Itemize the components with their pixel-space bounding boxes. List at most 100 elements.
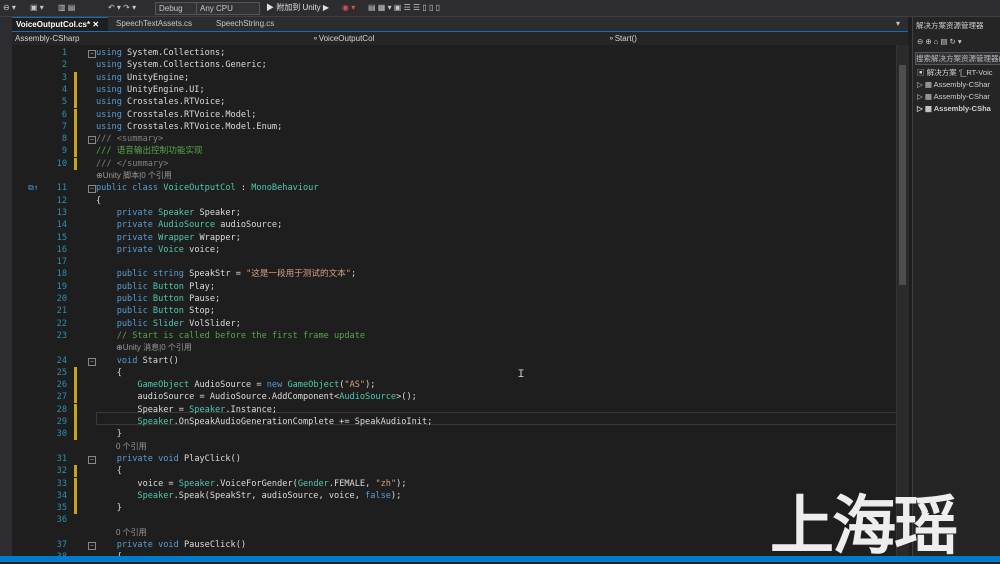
project-dropdown[interactable]: Assembly-CSharp xyxy=(15,33,305,45)
code-line[interactable]: 17 xyxy=(12,256,896,268)
code-line[interactable]: 36 xyxy=(12,514,896,526)
code-line[interactable]: 35 } xyxy=(12,502,896,515)
code-line[interactable]: 8 −/// <summary> xyxy=(12,133,896,146)
code-editor[interactable]: 1− using System.Collections; 2 using System… xyxy=(12,45,896,562)
code-line[interactable]: 21 public Button Stop; xyxy=(12,305,896,317)
class-dropdown[interactable]: ⚬VoiceOutputCol xyxy=(312,33,602,45)
code-text: Speaker.OnSpeakAudioGenerationComplete +… xyxy=(96,417,433,427)
codelens-references[interactable]: ⊕Unity 脚本|0 个引用 xyxy=(96,170,172,181)
solution-search-input[interactable]: 搜索解决方案资源管理器(C xyxy=(915,52,1000,65)
watermark-logo: 上海瑶 xyxy=(770,490,958,564)
code-line[interactable]: 14 private AudioSource audioSource; xyxy=(12,219,896,231)
code-line[interactable]: 3 using UnityEngine; xyxy=(12,71,896,84)
code-line[interactable]: 24 − void Start() xyxy=(12,355,896,367)
code-line[interactable]: 7 using Crosstales.RTVoice.Model.Enum; xyxy=(12,120,896,133)
platform-select[interactable]: Any CPU xyxy=(196,2,260,15)
codelens-references[interactable]: 0 个引用 xyxy=(116,441,147,452)
tab-list-chevron-icon[interactable]: ▾ xyxy=(892,17,910,31)
project-node[interactable]: ▷ ▦ Assembly-CShar xyxy=(917,79,990,90)
close-icon[interactable]: ✕ xyxy=(92,20,99,29)
config-select[interactable]: Debug xyxy=(155,2,199,15)
solution-node[interactable]: ▣ 解决方案 '[_RT-Voic xyxy=(917,67,993,78)
tab-speechstring[interactable]: SpeechString.cs xyxy=(212,17,298,31)
implements-icon[interactable]: ⧉↑ xyxy=(28,182,39,194)
line-number: 35 xyxy=(56,503,67,514)
code-line[interactable]: 5 using Crosstales.RTVoice; xyxy=(12,96,896,109)
fold-toggle-icon[interactable]: − xyxy=(88,455,96,464)
project-node[interactable]: ▷ ▦ Assembly-CShar xyxy=(917,91,990,102)
code-text: } xyxy=(96,429,122,440)
line-number: 36 xyxy=(56,515,67,526)
line-number: 2 xyxy=(61,60,67,71)
code-line[interactable]: 1 − using System.Collections; xyxy=(12,47,896,59)
code-line[interactable]: 11 − ⧉↑ public class VoiceOutputCol : MonoB… xyxy=(12,182,896,194)
code-line[interactable]: 12 { xyxy=(12,195,896,207)
record-icon[interactable]: ◉ ▾ xyxy=(342,2,355,13)
codelens-references[interactable]: 0 个引用 xyxy=(116,527,147,538)
back-icon[interactable]: ⊖ ▾ xyxy=(3,2,16,13)
code-line[interactable]: 28 Speaker = Speaker.Instance; xyxy=(12,403,896,416)
change-marker xyxy=(74,391,77,404)
line-number: 37 xyxy=(56,540,67,550)
code-text: using Crosstales.RTVoice.Model; xyxy=(96,109,257,120)
fold-toggle-icon[interactable]: − xyxy=(88,136,96,145)
code-line[interactable]: 29 Speaker.OnSpeakAudioGenerationComplet… xyxy=(12,416,896,428)
code-line[interactable]: 18 public string SpeakStr = "这是一段用于测试的文本… xyxy=(12,268,896,280)
code-line[interactable]: 33 voice = Speaker.VoiceForGender(Gender… xyxy=(12,477,896,490)
line-number: 4 xyxy=(61,84,67,95)
code-line[interactable]: 9 /// 语音输出控制功能实现 xyxy=(12,145,896,158)
code-line[interactable]: 4 using UnityEngine.UI; xyxy=(12,83,896,96)
attach-unity-button[interactable]: ▶ 附加到 Unity ▶ xyxy=(266,2,329,13)
change-marker xyxy=(74,71,77,84)
code-line[interactable]: 26 GameObject AudioSource = new GameObje… xyxy=(12,379,896,392)
code-line[interactable]: 37 − private void PauseClick() xyxy=(12,539,896,551)
code-line[interactable]: 20 public Button Pause; xyxy=(12,293,896,305)
vertical-scrollbar[interactable] xyxy=(896,45,909,562)
code-line[interactable]: 34 Speaker.Speak(SpeakStr, audioSource, … xyxy=(12,489,896,502)
code-text: using UnityEngine; xyxy=(96,72,190,83)
scrollbar-thumb[interactable] xyxy=(899,65,906,285)
line-number: 17 xyxy=(56,257,67,268)
line-number: 26 xyxy=(56,380,67,391)
code-line[interactable]: 15 private Wrapper Wrapper; xyxy=(12,232,896,244)
fold-toggle-icon[interactable]: − xyxy=(88,50,96,58)
member-dropdown[interactable]: ⚬Start() xyxy=(608,33,898,45)
project-node-active[interactable]: ▷ ▦ Assembly-CSha xyxy=(917,103,991,114)
solution-toolbar-icons[interactable]: ⊖ ⊕ ⌂ ▤ ↻ ▾ xyxy=(917,37,962,46)
code-text: } xyxy=(96,503,122,514)
code-line[interactable]: 27 audioSource = AudioSource.AddComponen… xyxy=(12,391,896,404)
code-line[interactable]: 30 } xyxy=(12,428,896,441)
line-number: 8 xyxy=(61,134,67,145)
code-line[interactable]: 32 { xyxy=(12,465,896,478)
line-number: 13 xyxy=(56,207,67,218)
undo-icon[interactable]: ↶ ▾ ↷ ▾ xyxy=(108,2,136,13)
code-line[interactable]: 19 public Button Play; xyxy=(12,281,896,293)
new-file-icon[interactable]: ▣ ▾ xyxy=(30,2,44,13)
code-line[interactable]: 2 using System.Collections.Generic; xyxy=(12,59,896,71)
code-line[interactable]: 13 private Speaker Speaker; xyxy=(12,207,896,219)
fold-toggle-icon[interactable]: − xyxy=(88,542,96,550)
code-text: GameObject AudioSource = new GameObject(… xyxy=(96,380,376,391)
line-number: 24 xyxy=(56,355,67,366)
save-all-icon[interactable]: ▥ ▤ xyxy=(58,2,75,13)
code-text: { xyxy=(96,466,122,477)
codelens-references[interactable]: ⊕Unity 消息|0 个引用 xyxy=(116,342,192,353)
document-tabs: VoiceOutputCol.cs* ✕ SpeechTextAssets.cs… xyxy=(12,17,910,32)
fold-toggle-icon[interactable]: − xyxy=(88,357,96,366)
toolbar-tools-icon[interactable]: ▤ ▦ ▾ ▣ ☰ ☰ ▯ ▯ ▯ xyxy=(368,2,440,13)
solution-explorer-title: 解决方案资源管理器 xyxy=(916,21,984,30)
code-line[interactable]: 6 using Crosstales.RTVoice.Model; xyxy=(12,108,896,121)
code-line[interactable]: 22 public Slider VolSlider; xyxy=(12,318,896,330)
code-line[interactable]: 23 // Start is called before the first f… xyxy=(12,330,896,342)
code-line[interactable]: 31 − private void PlayClick() xyxy=(12,453,896,465)
code-line[interactable]: 16 private Voice voice; xyxy=(12,244,896,256)
line-number: 12 xyxy=(56,195,67,206)
fold-toggle-icon[interactable]: − xyxy=(88,185,96,194)
code-line[interactable]: 10 /// </summary> xyxy=(12,157,896,170)
code-line[interactable]: 25 { xyxy=(12,366,896,379)
tab-speechtextassets[interactable]: SpeechTextAssets.cs xyxy=(112,17,210,31)
tab-voiceoutputcol[interactable]: VoiceOutputCol.cs* ✕ xyxy=(12,17,108,32)
code-text: Speaker.Speak(SpeakStr, audioSource, voi… xyxy=(96,490,402,501)
line-number: 19 xyxy=(56,281,67,292)
code-text: private AudioSource audioSource; xyxy=(96,220,283,231)
